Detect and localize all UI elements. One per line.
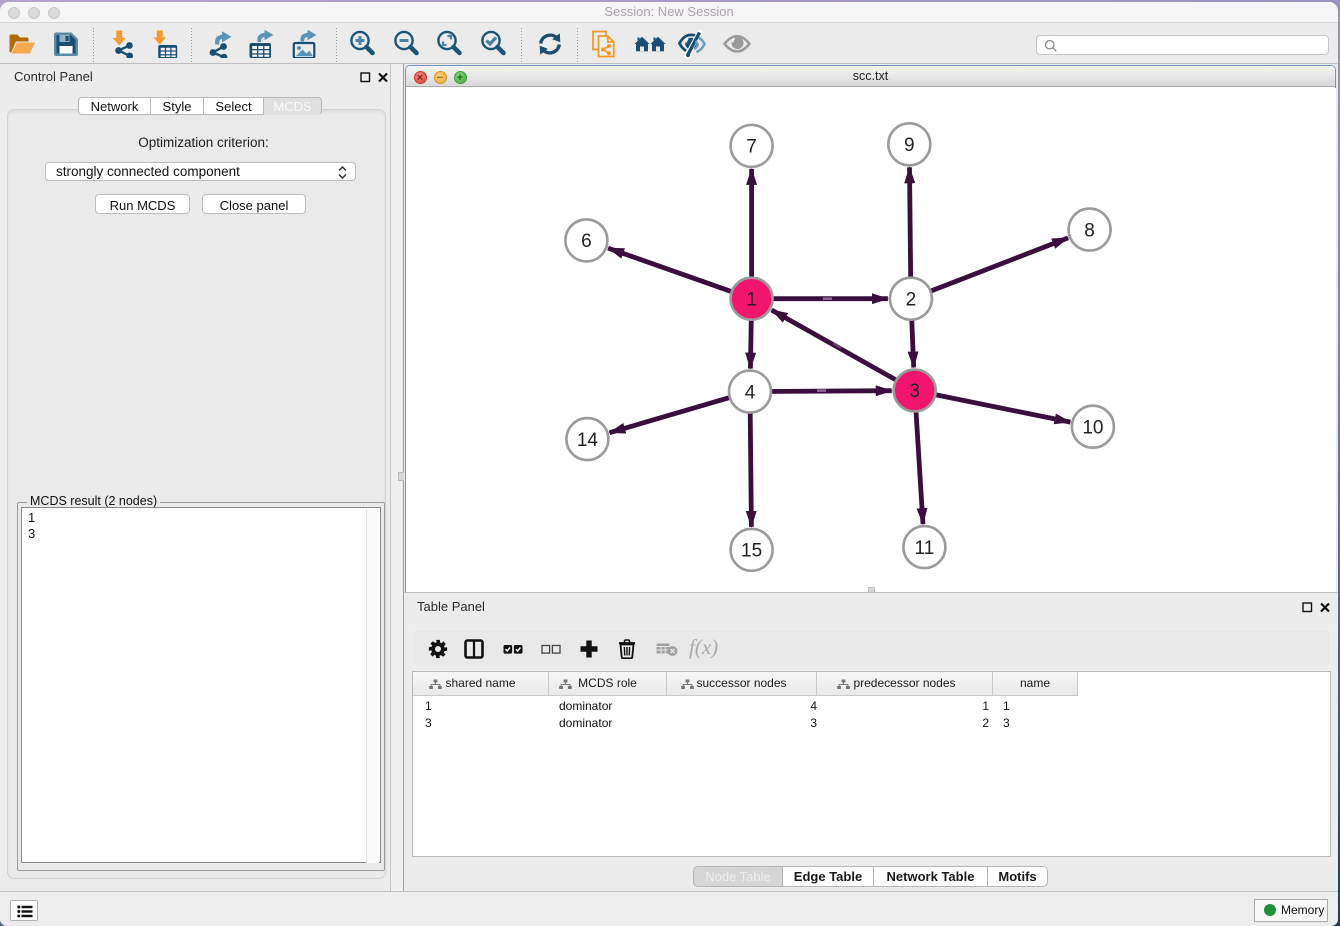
svg-text:7: 7 xyxy=(746,137,757,158)
svg-text:8: 8 xyxy=(1084,220,1095,241)
svg-text:4: 4 xyxy=(745,382,756,403)
svg-text:11: 11 xyxy=(915,538,935,559)
svg-text:2: 2 xyxy=(906,289,917,310)
svg-text:1: 1 xyxy=(746,289,757,310)
svg-text:3: 3 xyxy=(909,381,920,402)
svg-text:15: 15 xyxy=(741,541,762,562)
svg-text:10: 10 xyxy=(1082,417,1103,438)
svg-text:6: 6 xyxy=(581,231,592,252)
svg-text:14: 14 xyxy=(577,430,599,451)
svg-text:9: 9 xyxy=(904,135,915,156)
